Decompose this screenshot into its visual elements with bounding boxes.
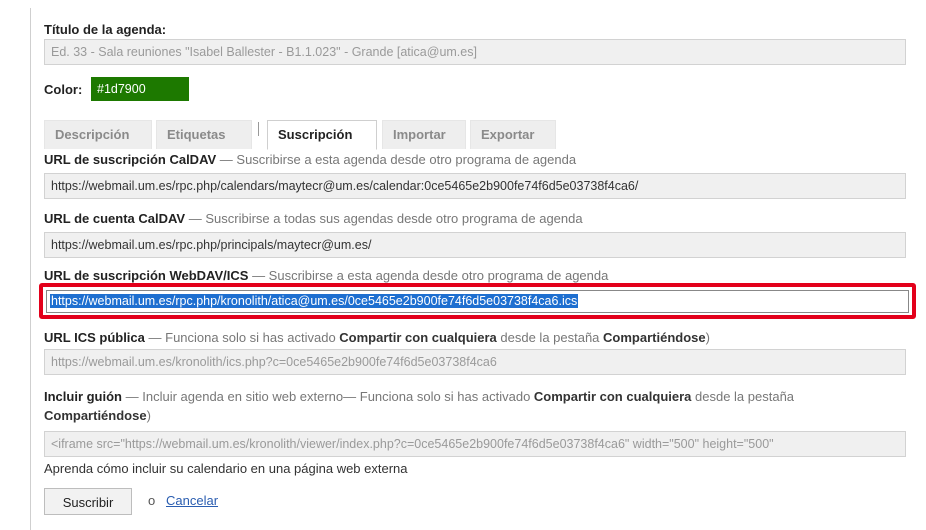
caldav-subscription-label: URL de suscripción CalDAV: [44, 152, 217, 167]
embed-hint: — Incluir agenda en sitio web externo— F…: [44, 389, 795, 423]
subscribe-button[interactable]: Suscribir: [44, 488, 132, 515]
or-text: o: [148, 493, 156, 508]
agenda-title-input[interactable]: Ed. 33 - Sala reuniones "Isabel Balleste…: [44, 39, 906, 65]
tab-exportar[interactable]: Exportar: [470, 120, 556, 149]
caldav-account-label: URL de cuenta CalDAV: [44, 211, 186, 226]
color-label: Color:: [44, 82, 83, 97]
caldav-account-heading: URL de cuenta CalDAV — Suscribirse a tod…: [44, 211, 583, 226]
caldav-account-url[interactable]: https://webmail.um.es/rpc.php/principals…: [44, 232, 906, 258]
embed-label: Incluir guión: [44, 389, 122, 404]
webdav-label: URL de suscripción WebDAV/ICS: [44, 268, 249, 283]
ics-label: URL ICS pública: [44, 330, 145, 345]
color-picker[interactable]: #1d7900: [91, 77, 189, 101]
webdav-url-selection: https://webmail.um.es/rpc.php/kronolith/…: [50, 294, 579, 308]
webdav-heading: URL de suscripción WebDAV/ICS — Suscribi…: [44, 268, 608, 283]
webdav-url-input[interactable]: https://webmail.um.es/rpc.php/kronolith/…: [46, 290, 909, 313]
caldav-subscription-url[interactable]: https://webmail.um.es/rpc.php/calendars/…: [44, 173, 906, 199]
ics-heading: URL ICS pública — Funciona solo si has a…: [44, 330, 710, 345]
cancel-link[interactable]: Cancelar: [166, 493, 218, 508]
ics-hint: — Funciona solo si has activado Comparti…: [148, 330, 710, 345]
tab-descripcion[interactable]: Descripción: [44, 120, 152, 149]
tab-etiquetas[interactable]: Etiquetas: [156, 120, 252, 149]
tab-importar[interactable]: Importar: [382, 120, 466, 149]
agenda-title-label: Título de la agenda:: [44, 22, 167, 37]
caldav-subscription-hint: — Suscribirse a esta agenda desde otro p…: [219, 152, 577, 167]
embed-code-input[interactable]: <iframe src="https://webmail.um.es/krono…: [44, 431, 906, 457]
caldav-account-hint: — Suscribirse a todas sus agendas desde …: [188, 211, 583, 226]
tab-separator: [258, 122, 259, 136]
embed-help-text: Aprenda cómo incluir su calendario en un…: [44, 461, 408, 476]
tab-suscripcion[interactable]: Suscripción: [267, 120, 377, 150]
caldav-subscription-heading: URL de suscripción CalDAV — Suscribirse …: [44, 152, 576, 167]
highlight-annotation: https://webmail.um.es/rpc.php/kronolith/…: [39, 283, 916, 319]
top-strip: [0, 0, 926, 8]
webdav-hint: — Suscribirse a esta agenda desde otro p…: [252, 268, 609, 283]
ics-public-url[interactable]: https://webmail.um.es/kronolith/ics.php?…: [44, 349, 906, 375]
embed-heading: Incluir guión — Incluir agenda en sitio …: [44, 387, 906, 425]
